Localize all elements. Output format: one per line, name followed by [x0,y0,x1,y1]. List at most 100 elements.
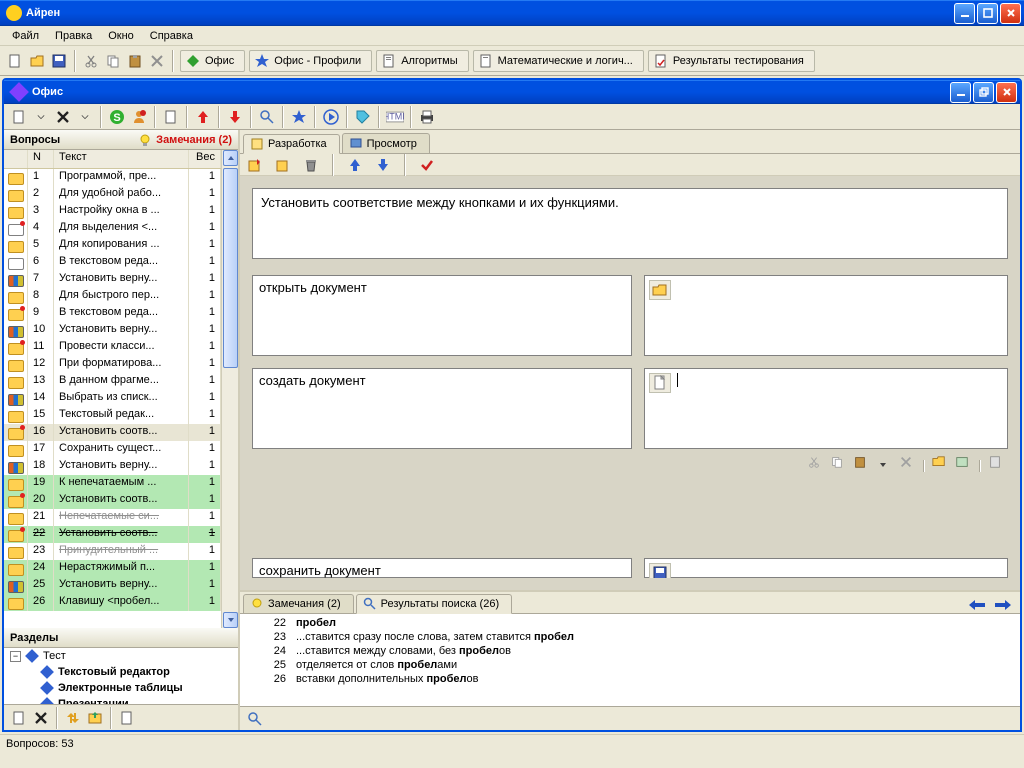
paste-icon[interactable] [851,453,869,471]
copy-icon[interactable] [828,453,846,471]
list-item[interactable]: 25отделяется от слов пробелами [244,658,1016,672]
prev-result-icon[interactable] [967,597,987,613]
close-button[interactable] [1000,3,1021,24]
html-icon[interactable]: HTML [386,108,404,126]
doc-icon[interactable] [162,108,180,126]
table-row[interactable]: 25 Установить верну... 1 [4,577,221,594]
trash-icon[interactable] [302,156,320,174]
new-icon[interactable] [6,52,24,70]
collapse-icon[interactable]: − [10,651,21,662]
match-left-2[interactable]: создать документ [252,368,632,449]
table-row[interactable]: 18 Установить верну... 1 [4,458,221,475]
table-row[interactable]: 23 Принудительный ... 1 [4,543,221,560]
match-right-1[interactable] [644,275,1008,356]
move-up-icon[interactable] [64,709,82,727]
tab-search-results[interactable]: Результаты поиска (26) [356,594,513,614]
maximize-button[interactable] [977,3,998,24]
delete-section-icon[interactable] [32,709,50,727]
tab-view[interactable]: Просмотр [342,133,430,153]
delete-x-icon[interactable] [54,108,72,126]
up-arrow-blue-icon[interactable] [346,156,364,174]
cut-icon[interactable] [805,453,823,471]
cut-icon[interactable] [82,52,100,70]
menu-edit[interactable]: Правка [47,28,100,44]
new-doc-icon[interactable] [10,108,28,126]
arrow-down-icon[interactable] [226,108,244,126]
match-right-3[interactable] [644,558,1008,578]
table-row[interactable]: 9 В текстовом реда... 1 [4,305,221,322]
table-row[interactable]: 11 Провести класси... 1 [4,339,221,356]
tag-icon[interactable] [354,108,372,126]
table-row[interactable]: 1 Программой, пре... 1 [4,169,221,186]
chevron-down-icon[interactable] [76,108,94,126]
chevron-down-icon[interactable] [874,456,892,474]
table-row[interactable]: 17 Сохранить сущест... 1 [4,441,221,458]
scroll-thumb[interactable] [223,168,238,368]
props-icon[interactable] [986,453,1004,471]
table-row[interactable]: 14 Выбрать из списк... 1 [4,390,221,407]
inner-minimize-button[interactable] [950,82,971,103]
window-tab-profiles[interactable]: Офис - Профили [249,50,372,72]
table-row[interactable]: 5 Для копирования ... 1 [4,237,221,254]
minimize-button[interactable] [954,3,975,24]
table-row[interactable]: 7 Установить верну... 1 [4,271,221,288]
menu-file[interactable]: Файл [4,28,47,44]
inner-close-button[interactable] [996,82,1017,103]
search-icon[interactable] [258,108,276,126]
list-item[interactable]: 26вставки дополнительных пробелов [244,672,1016,686]
table-row[interactable]: 4 Для выделения <... 1 [4,220,221,237]
table-row[interactable]: 24 Нерастяжимый п... 1 [4,560,221,577]
table-row[interactable]: 22 Установить соотв... 1 [4,526,221,543]
tab-notes[interactable]: Замечания (2) [243,594,354,613]
add-item2-icon[interactable] [274,156,292,174]
match-right-2[interactable] [644,368,1008,449]
chevron-down-icon[interactable] [32,108,50,126]
table-row[interactable]: 2 Для удобной рабо... 1 [4,186,221,203]
table-row[interactable]: 10 Установить верну... 1 [4,322,221,339]
scroll-up-icon[interactable] [223,150,238,166]
inner-restore-button[interactable] [973,82,994,103]
table-row[interactable]: 26 Клавишу <пробел... 1 [4,594,221,611]
move-into-icon[interactable] [86,709,104,727]
table-row[interactable]: 16 Установить соотв... 1 [4,424,221,441]
image-icon[interactable] [953,453,971,471]
table-row[interactable]: 6 В текстовом реда... 1 [4,254,221,271]
tree-item[interactable]: Презентации [4,696,238,704]
paste-icon[interactable] [126,52,144,70]
list-item[interactable]: 23...ставится сразу после слова, затем с… [244,630,1016,644]
match-left-1[interactable]: открыть документ [252,275,632,356]
search-icon[interactable] [246,710,264,728]
match-left-3[interactable]: сохранить документ [252,558,632,578]
tree-item[interactable]: Электронные таблицы [4,680,238,696]
list-item[interactable]: 22пробел [244,616,1016,630]
table-row[interactable]: 21 Непечатаемые си... 1 [4,509,221,526]
table-row[interactable]: 19 К непечатаемым ... 1 [4,475,221,492]
star-icon[interactable] [290,108,308,126]
tree-item[interactable]: Текстовый редактор [4,664,238,680]
run-green-icon[interactable]: S [108,108,126,126]
down-arrow-blue-icon[interactable] [374,156,392,174]
table-row[interactable]: 3 Настройку окна в ... 1 [4,203,221,220]
delete-icon[interactable] [148,52,166,70]
save-icon[interactable] [50,52,68,70]
table-row[interactable]: 8 Для быстрого пер... 1 [4,288,221,305]
delete-icon[interactable] [897,453,915,471]
scroll-down-icon[interactable] [223,612,238,628]
scrollbar[interactable] [221,150,238,628]
list-item[interactable]: 24...ставится между словами, без пробело… [244,644,1016,658]
notes-count[interactable]: Замечания (2) [156,134,232,146]
table-row[interactable]: 12 При форматирова... 1 [4,356,221,373]
table-row[interactable]: 20 Установить соотв... 1 [4,492,221,509]
window-tab-office[interactable]: Офис [180,50,245,72]
arrow-up-icon[interactable] [194,108,212,126]
profile-icon[interactable] [130,108,148,126]
tab-edit[interactable]: Разработка [243,134,340,154]
table-row[interactable]: 15 Текстовый редак... 1 [4,407,221,424]
window-tab-algorithms[interactable]: Алгоритмы [376,50,468,72]
next-result-icon[interactable] [993,597,1013,613]
new-section-icon[interactable] [10,709,28,727]
copy-icon[interactable] [104,52,122,70]
doc-options-icon[interactable] [118,709,136,727]
question-text[interactable]: Установить соответствие между кнопками и… [252,188,1008,259]
check-icon[interactable] [418,156,436,174]
